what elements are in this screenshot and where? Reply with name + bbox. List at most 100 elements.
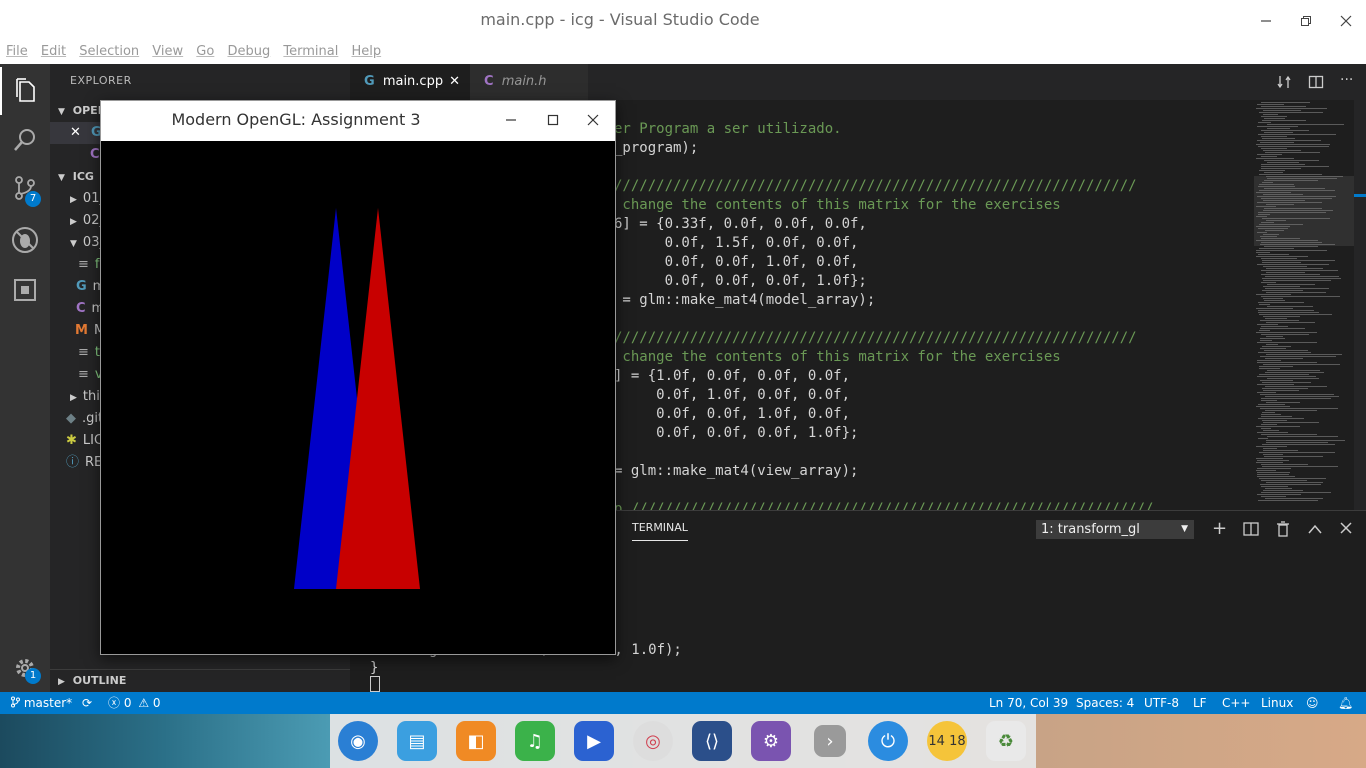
launcher-icon[interactable]: ◉ — [338, 721, 378, 761]
minimap-line — [1263, 286, 1300, 287]
split-editor-button[interactable] — [1308, 74, 1324, 94]
notifications-bell-icon[interactable]: 🔔︎ — [1338, 692, 1353, 714]
minimap[interactable] — [1254, 100, 1354, 510]
warning-count: 0 — [152, 696, 161, 710]
outline-header[interactable]: ▶ OUTLINE — [50, 669, 350, 692]
tab-main-cpp[interactable]: G main.cpp ✕ — [350, 64, 470, 100]
tab-main-h[interactable]: C main.h — [470, 64, 588, 100]
open-changes-button[interactable] — [1276, 74, 1292, 94]
close-icon — [1340, 522, 1352, 534]
minimap-line — [1263, 150, 1301, 151]
encoding-status[interactable]: UTF-8 — [1144, 692, 1179, 714]
menu-file[interactable]: File — [6, 42, 28, 62]
file-manager-icon[interactable]: ▤ — [397, 721, 437, 761]
chevron-up-icon — [1308, 524, 1322, 534]
minimap-line — [1261, 428, 1271, 429]
close-icon[interactable]: ✕ — [70, 125, 81, 140]
store-icon[interactable]: ◧ — [456, 721, 496, 761]
minimap-line — [1257, 474, 1289, 475]
minimap-line — [1264, 350, 1308, 351]
more-actions-icon[interactable]: ··· — [1340, 72, 1353, 88]
opengl-canvas — [294, 208, 420, 589]
window-title: main.cpp - icg - Visual Studio Code — [480, 10, 760, 29]
kill-terminal-button[interactable] — [1276, 521, 1290, 541]
close-button[interactable] — [1326, 0, 1366, 42]
extensions-button[interactable] — [0, 266, 50, 314]
minimap-line — [1257, 104, 1284, 105]
add-terminal-icon[interactable]: + — [1212, 519, 1227, 539]
minimap-line — [1258, 352, 1311, 353]
minimap-line — [1259, 330, 1270, 331]
minimap-line — [1258, 312, 1319, 313]
maximize-button[interactable] — [1286, 0, 1326, 42]
source-control-button[interactable]: 7 — [0, 164, 50, 212]
minimize-button[interactable] — [1246, 0, 1286, 42]
code-line: 0.0f, 1.5f, 0.0f, 0.0f, — [614, 235, 859, 251]
menu-selection[interactable]: Selection — [79, 42, 139, 62]
c-header-file-icon: C — [484, 74, 494, 89]
minimap-line — [1259, 314, 1332, 315]
minimap-line — [1261, 116, 1287, 117]
split-terminal-button[interactable] — [1243, 522, 1259, 540]
minimap-line — [1261, 168, 1301, 169]
search-icon — [14, 129, 35, 151]
menu-edit[interactable]: Edit — [41, 42, 66, 62]
minimap-line — [1260, 340, 1272, 341]
minimap-line — [1266, 482, 1323, 483]
editor-scrollbar[interactable] — [1354, 100, 1366, 510]
debug-button[interactable] — [0, 216, 50, 264]
minimap-line — [1267, 128, 1290, 129]
minimap-line — [1263, 298, 1283, 299]
branch-name: master* — [23, 696, 73, 710]
close-icon[interactable]: ✕ — [449, 64, 460, 100]
search-button[interactable] — [0, 116, 50, 164]
power-icon[interactable]: ⏻ — [868, 721, 908, 761]
manage-button[interactable]: 1 — [0, 644, 50, 692]
opengl-window[interactable]: Modern OpenGL: Assignment 3 — [100, 100, 616, 655]
tab-terminal[interactable]: TERMINAL — [632, 521, 688, 541]
minimap-line — [1263, 490, 1303, 491]
clock-icon[interactable]: 14 18 — [927, 721, 967, 761]
menu-terminal[interactable]: Terminal — [283, 42, 338, 62]
minimap-line — [1256, 250, 1327, 251]
minimap-slider[interactable] — [1254, 176, 1354, 246]
terminal-app-icon[interactable]: › — [814, 725, 846, 757]
trash-icon[interactable]: ♻ — [986, 721, 1026, 761]
problems-status[interactable]: ⓧ 0 ⚠ 0 — [108, 692, 161, 714]
gl-maximize-button[interactable] — [547, 114, 559, 130]
feedback-smiley-icon[interactable]: ☺ — [1306, 692, 1319, 714]
gl-close-button[interactable] — [587, 114, 599, 130]
taskbar: ◉ ▤ ◧ ♫ ▶ ◎ ⟨⟩ ⚙ › ⏻ 14 18 ♻ — [0, 714, 1366, 768]
explorer-button[interactable] — [0, 67, 52, 115]
menu-debug[interactable]: Debug — [227, 42, 270, 62]
menu-help[interactable]: Help — [351, 42, 381, 62]
control-center-icon[interactable]: ◎ — [633, 721, 673, 761]
minimap-line — [1263, 430, 1279, 431]
minimap-line — [1259, 174, 1322, 175]
branch-status[interactable]: master* — [10, 692, 72, 714]
indentation-status[interactable]: Spaces: 4 — [1076, 692, 1134, 714]
minimap-line — [1257, 376, 1316, 377]
video-icon[interactable]: ▶ — [574, 721, 614, 761]
eol-status[interactable]: LF — [1193, 692, 1207, 714]
minimap-line — [1256, 406, 1290, 407]
terminal-select[interactable]: 1: transform_gl ▼ — [1036, 520, 1194, 539]
menu-view[interactable]: View — [152, 42, 183, 62]
minimap-line — [1257, 126, 1298, 127]
chevron-right-icon: ▶ — [70, 217, 77, 227]
minimap-line — [1262, 290, 1303, 291]
menu-go[interactable]: Go — [196, 42, 214, 62]
os-status[interactable]: Linux — [1261, 692, 1293, 714]
settings-app-icon[interactable]: ⚙ — [751, 721, 791, 761]
music-icon[interactable]: ♫ — [515, 721, 555, 761]
terminal-line: } — [370, 660, 379, 676]
compare-changes-icon — [1277, 75, 1291, 89]
sync-icon[interactable]: ⟳ — [82, 692, 92, 714]
close-panel-button[interactable] — [1340, 522, 1352, 538]
gl-minimize-button[interactable] — [505, 114, 517, 130]
vscode-icon[interactable]: ⟨⟩ — [692, 721, 732, 761]
minimap-line — [1257, 154, 1282, 155]
maximize-panel-button[interactable] — [1308, 523, 1322, 538]
language-status[interactable]: C++ — [1222, 692, 1251, 714]
cursor-position[interactable]: Ln 70, Col 39 — [989, 692, 1068, 714]
